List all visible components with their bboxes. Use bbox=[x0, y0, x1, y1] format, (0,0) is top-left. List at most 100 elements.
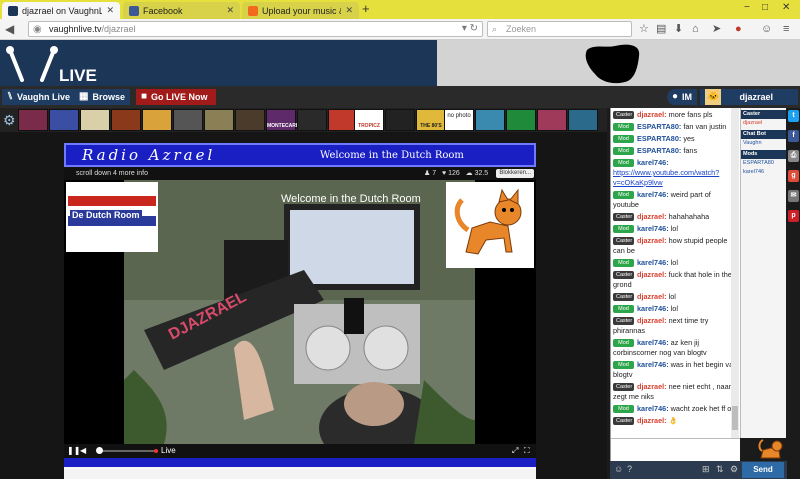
chat-username[interactable]: karel746: bbox=[637, 304, 669, 313]
facebook-icon[interactable]: f bbox=[788, 130, 799, 142]
channel-thumbnail[interactable] bbox=[235, 109, 265, 131]
chat-text: lol bbox=[670, 304, 678, 313]
search-input[interactable]: ⌕ Zoeken bbox=[487, 21, 632, 37]
close-tab-icon[interactable]: ✕ bbox=[345, 5, 353, 16]
pause-icon[interactable]: ❚❚ bbox=[67, 444, 80, 458]
channel-thumbnail[interactable] bbox=[475, 109, 505, 131]
im-button[interactable]: ● IM bbox=[667, 89, 698, 105]
userlist-user[interactable]: ESPARTA80 bbox=[741, 159, 786, 168]
chat-bubble-icon[interactable]: ☺ bbox=[761, 22, 772, 36]
channel-thumbnail[interactable]: MONTECARLO bbox=[266, 109, 303, 131]
chat-username[interactable]: djazrael: bbox=[637, 110, 667, 119]
url-bar[interactable]: ◉ vaughnlive.tv/djazrael ▾ ↻ bbox=[28, 21, 483, 37]
help-icon[interactable]: ? bbox=[627, 464, 632, 474]
chat-username[interactable]: djazrael: bbox=[637, 236, 667, 245]
vaughn-live-menu-button[interactable]: ⑊ Vaughn Live bbox=[2, 89, 76, 105]
channel-thumbnail[interactable]: THE 80'S bbox=[416, 109, 446, 131]
channel-thumbnail[interactable] bbox=[80, 109, 110, 131]
channel-thumbnail[interactable] bbox=[537, 109, 567, 131]
go-live-button[interactable]: ■ Go LIVE Now bbox=[136, 89, 216, 105]
video-player[interactable]: scroll down 4 more info ♟ 7 ♥ 126 ☁ 32.5… bbox=[64, 168, 536, 458]
chat-username[interactable]: djazrael: bbox=[637, 416, 667, 425]
chat-username[interactable]: ESPARTA80: bbox=[637, 134, 681, 143]
chat-username[interactable]: djazrael: bbox=[637, 316, 667, 325]
userlist-user[interactable]: karel746 bbox=[741, 168, 786, 177]
chat-username[interactable]: ESPARTA80: bbox=[637, 122, 681, 131]
googleplus-icon[interactable]: g bbox=[788, 170, 799, 182]
adblock-icon[interactable]: ● bbox=[735, 22, 742, 36]
heart-icon[interactable]: ♥ bbox=[442, 170, 446, 177]
channel-thumbnail[interactable] bbox=[204, 109, 234, 131]
new-tab-button[interactable]: + bbox=[362, 2, 370, 16]
gear-icon[interactable]: ⚙ bbox=[3, 112, 16, 129]
menu-icon[interactable]: ≡ bbox=[783, 22, 789, 36]
channel-thumbnail[interactable] bbox=[18, 109, 48, 131]
chat-username[interactable]: karel746: bbox=[637, 258, 669, 267]
chat-username[interactable]: karel746: bbox=[637, 224, 669, 233]
send-button[interactable]: Send bbox=[742, 462, 784, 478]
tab-vaughnlive[interactable]: djazrael on VaughnLive... ✕ bbox=[2, 2, 120, 19]
emoji-icon[interactable]: ☺ bbox=[614, 464, 623, 474]
pinterest-icon[interactable]: p bbox=[788, 210, 799, 222]
role-badge: Caster bbox=[613, 111, 634, 119]
close-tab-icon[interactable]: ✕ bbox=[226, 5, 234, 16]
close-window-button[interactable]: ✕ bbox=[782, 2, 790, 13]
chat-username[interactable]: ESPARTA80: bbox=[637, 146, 681, 155]
channel-thumbnail[interactable] bbox=[111, 109, 141, 131]
maximize-button[interactable]: □ bbox=[762, 2, 768, 13]
channel-thumbnail[interactable] bbox=[142, 109, 172, 131]
tab-facebook[interactable]: Facebook ✕ bbox=[123, 2, 240, 19]
send-icon[interactable]: ➤ bbox=[712, 22, 721, 36]
channel-thumbnail[interactable] bbox=[568, 109, 598, 131]
back-icon[interactable]: ◀ bbox=[5, 22, 14, 36]
channel-thumbnail[interactable] bbox=[506, 109, 536, 131]
home-icon[interactable]: ⌂ bbox=[692, 22, 699, 36]
reload-icon[interactable]: ▾ ↻ bbox=[462, 22, 478, 36]
chat-scrollbar-thumb[interactable] bbox=[732, 406, 738, 430]
chat-username[interactable]: karel746: bbox=[637, 158, 669, 167]
user-menu-button[interactable]: 🐱 djazrael bbox=[700, 89, 798, 105]
popout-icon[interactable]: ⤢ bbox=[512, 444, 518, 458]
bookmark-star-icon[interactable]: ☆ bbox=[639, 22, 649, 36]
video-frame[interactable]: DJAZRAEL Welcome in the Dutch Room bbox=[124, 180, 475, 444]
channel-thumbnail[interactable]: TROPICZ bbox=[354, 109, 384, 131]
download-icon[interactable]: ⬇ bbox=[674, 22, 683, 36]
channel-thumbnail[interactable] bbox=[297, 109, 327, 131]
close-tab-icon[interactable]: ✕ bbox=[106, 5, 114, 16]
browse-button[interactable]: ▦ Browse bbox=[74, 89, 130, 105]
channel-thumbnail[interactable] bbox=[49, 109, 79, 131]
chat-username[interactable]: djazrael: bbox=[637, 292, 667, 301]
block-button[interactable]: Blokkeren... bbox=[496, 169, 534, 178]
chat-username[interactable]: djazrael: bbox=[637, 270, 667, 279]
volume-slider-knob[interactable] bbox=[96, 447, 103, 454]
volume-slider-track[interactable] bbox=[98, 450, 158, 452]
print-icon[interactable]: ⎙ bbox=[788, 150, 799, 162]
chat-input[interactable] bbox=[610, 438, 740, 461]
channel-thumbnail-nophoto[interactable]: no photo bbox=[444, 109, 474, 131]
chat-username[interactable]: karel746: bbox=[637, 360, 669, 369]
channel-thumbnail[interactable] bbox=[173, 109, 203, 131]
chat-username[interactable]: karel746: bbox=[637, 190, 669, 199]
chat-username[interactable]: karel746: bbox=[637, 404, 669, 413]
userlist-user[interactable]: djazrael bbox=[741, 119, 786, 128]
mute-icon[interactable]: ⇅ bbox=[716, 464, 724, 475]
userlist-user[interactable]: Vaughn bbox=[741, 139, 786, 148]
vaughn-live-logo[interactable]: LIVE bbox=[4, 42, 104, 85]
twitter-icon[interactable]: t bbox=[788, 110, 799, 122]
like-icon[interactable]: ♟ bbox=[424, 170, 430, 177]
channel-thumbnail[interactable] bbox=[385, 109, 415, 131]
grid-icon[interactable]: ⊞ bbox=[702, 464, 710, 475]
email-icon[interactable]: ✉ bbox=[788, 190, 799, 202]
fullscreen-icon[interactable]: ⛶ bbox=[524, 444, 530, 458]
chat-scrollbar[interactable] bbox=[731, 108, 739, 438]
role-badge: Mod bbox=[613, 123, 634, 131]
tab-soundcloud[interactable]: Upload your music & audi... ✕ bbox=[242, 2, 359, 19]
minimize-button[interactable]: − bbox=[744, 2, 750, 13]
bookmarks-list-icon[interactable]: ▤ bbox=[656, 22, 666, 36]
chat-username[interactable]: karel746: bbox=[637, 338, 669, 347]
volume-icon[interactable]: ◀ bbox=[80, 444, 86, 458]
settings-icon[interactable]: ⚙ bbox=[730, 464, 738, 475]
chat-username[interactable]: djazrael: bbox=[637, 382, 667, 391]
chat-username[interactable]: djazrael: bbox=[637, 212, 667, 221]
chat-link[interactable]: https://www.youtube.com/watch?v=cOKaKp9l… bbox=[613, 168, 719, 187]
